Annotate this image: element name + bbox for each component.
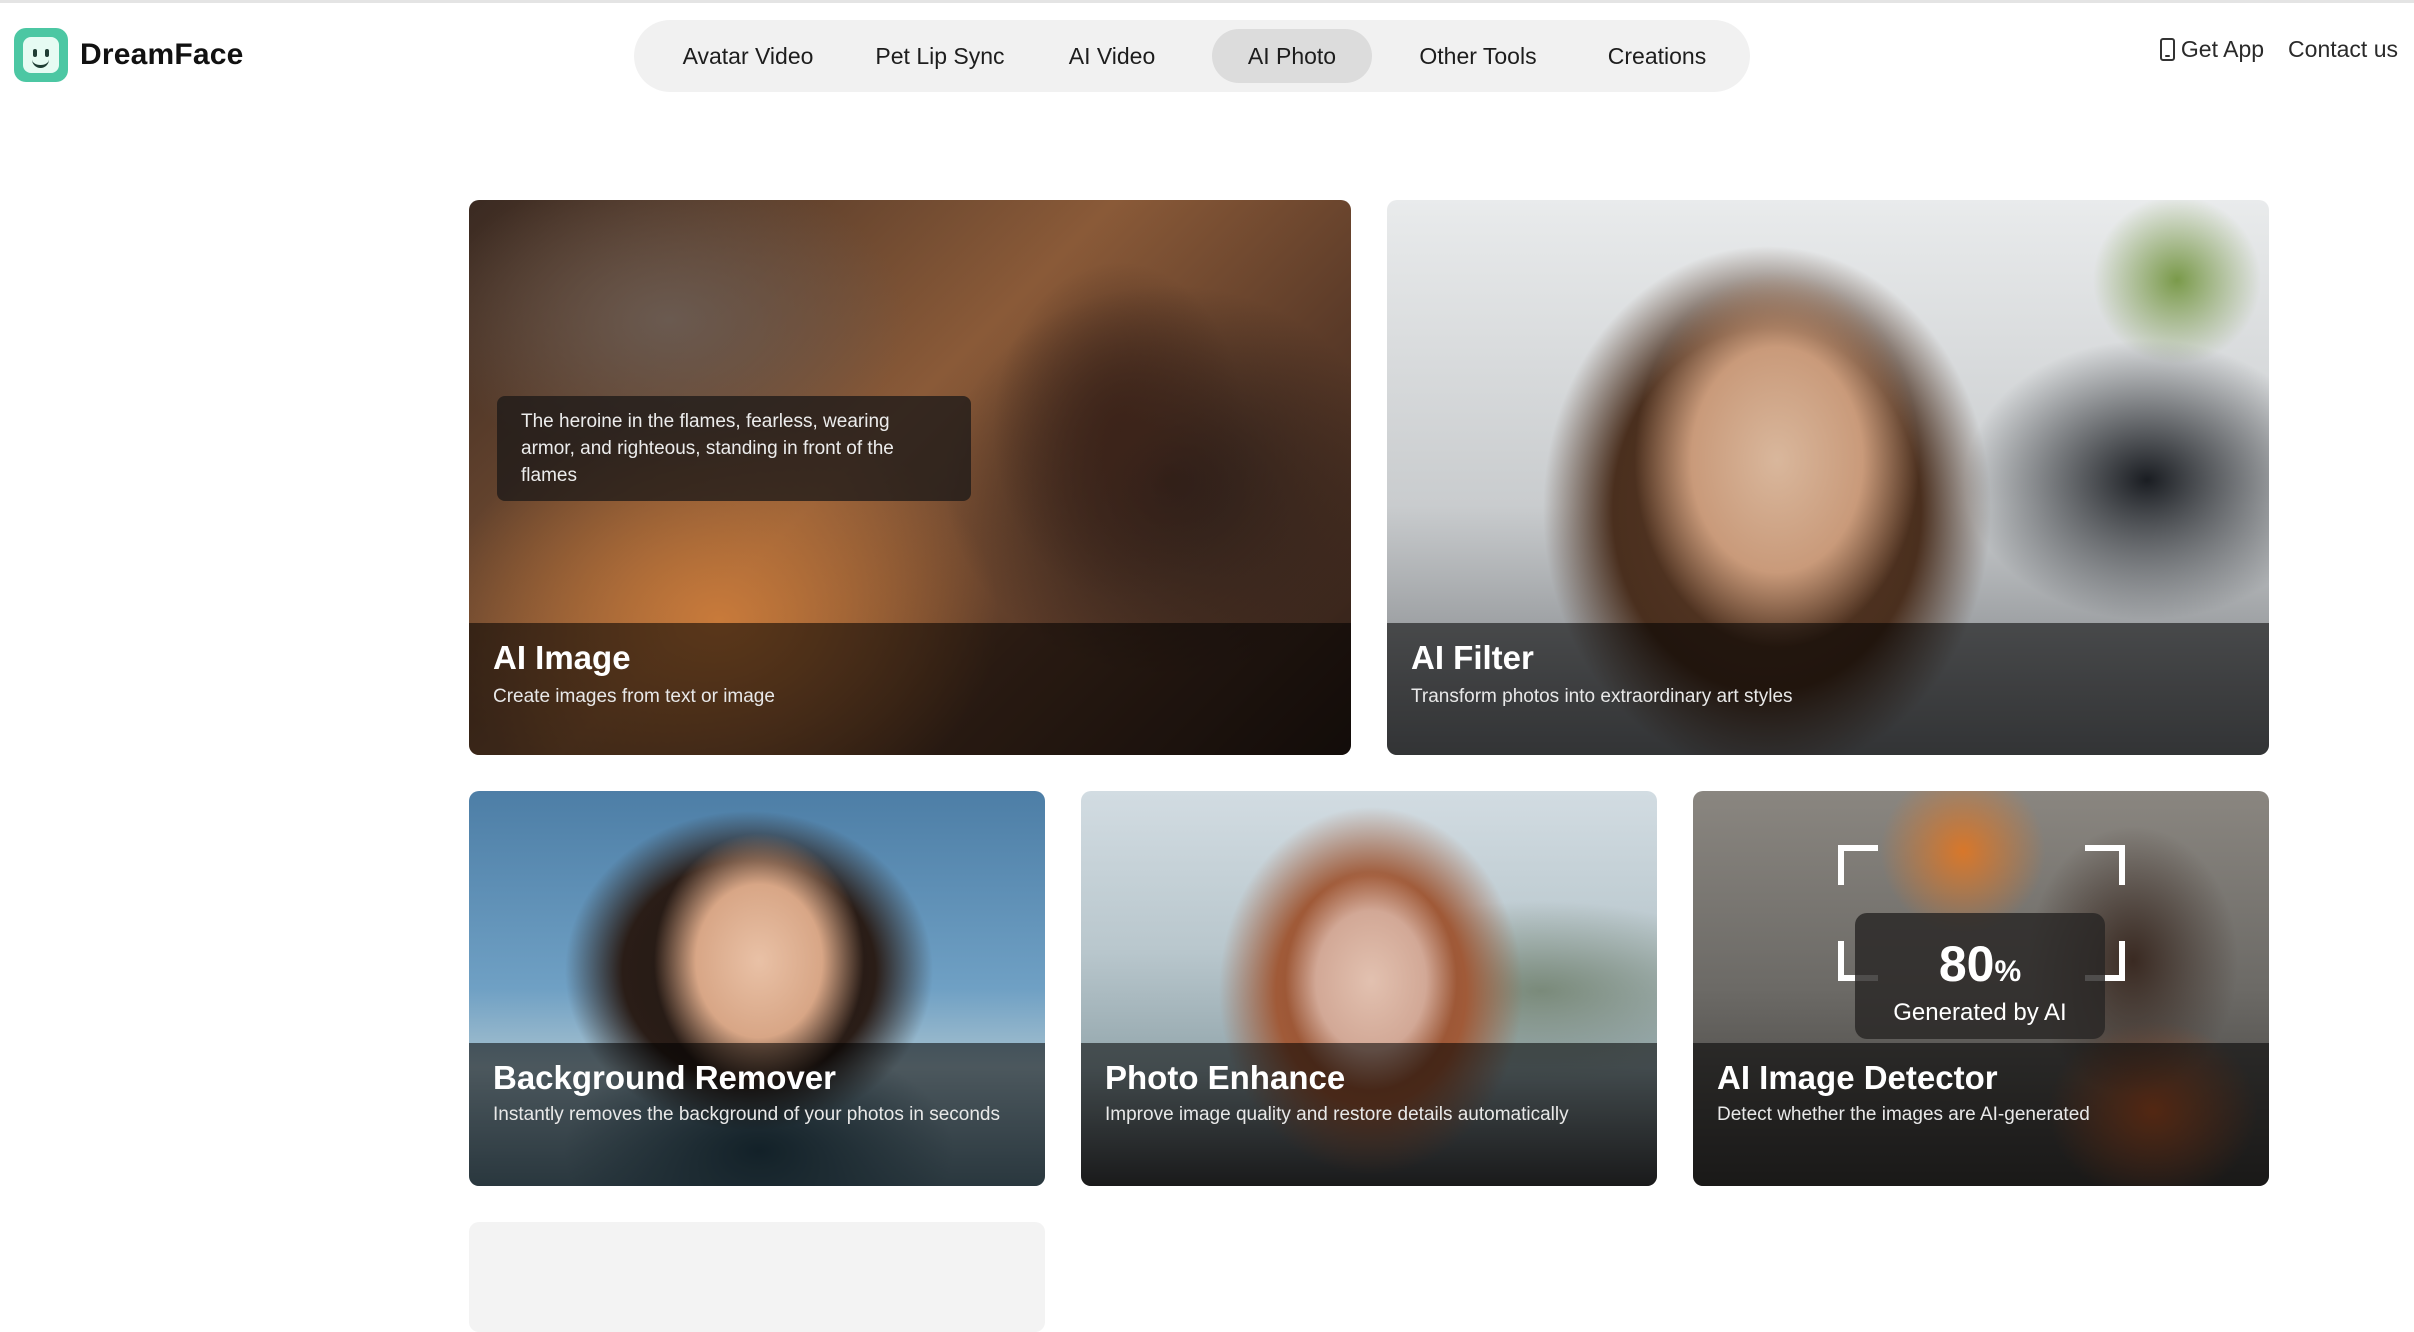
- header-right: Get App Contact us: [2159, 36, 2398, 63]
- card-placeholder[interactable]: [469, 1222, 1045, 1332]
- card-title: AI Image Detector: [1717, 1059, 1998, 1096]
- card-background-remover[interactable]: Background Remover Instantly removes the…: [469, 791, 1045, 1186]
- card-description: Instantly removes the background of your…: [493, 1104, 1000, 1125]
- card-description: Improve image quality and restore detail…: [1105, 1104, 1569, 1125]
- scan-frame-corner: [1838, 845, 1878, 885]
- smiley-face-icon: [14, 28, 68, 82]
- ai-score-badge: 80% Generated by AI: [1855, 913, 2105, 1039]
- card-title: AI Image: [493, 639, 631, 676]
- card-title: AI Filter: [1411, 639, 1534, 676]
- main-nav: Avatar Video Pet Lip Sync AI Video AI Ph…: [634, 20, 1750, 92]
- nav-item-creations[interactable]: Creations: [1584, 29, 1730, 83]
- nav-item-ai-photo[interactable]: AI Photo: [1212, 29, 1372, 83]
- get-app-link[interactable]: Get App: [2159, 36, 2265, 63]
- card-caption: AI Image Detector Detect whether the ima…: [1693, 1043, 2269, 1186]
- card-title: Background Remover: [493, 1059, 836, 1096]
- app-name: DreamFace: [80, 38, 244, 71]
- card-image: [469, 1222, 1045, 1332]
- ai-score: 80%: [1938, 936, 2022, 992]
- card-description: Transform photos into extraordinary art …: [1411, 686, 1793, 707]
- ai-score-label: Generated by AI: [1893, 999, 2067, 1026]
- nav-item-pet-lip-sync[interactable]: Pet Lip Sync: [856, 29, 1024, 83]
- card-ai-image[interactable]: The heroine in the flames, fearless, wea…: [469, 200, 1351, 755]
- card-photo-enhance[interactable]: Photo Enhance Improve image quality and …: [1081, 791, 1657, 1186]
- card-caption: Background Remover Instantly removes the…: [469, 1043, 1045, 1186]
- card-caption: AI Image Create images from text or imag…: [469, 623, 1351, 755]
- phone-icon: [2159, 38, 2175, 61]
- card-description: Create images from text or image: [493, 686, 775, 707]
- card-description: Detect whether the images are AI-generat…: [1717, 1104, 2090, 1125]
- nav-item-avatar-video[interactable]: Avatar Video: [664, 29, 832, 83]
- card-caption: Photo Enhance Improve image quality and …: [1081, 1043, 1657, 1186]
- nav-item-ai-video[interactable]: AI Video: [1048, 29, 1176, 83]
- contact-us-link[interactable]: Contact us: [2288, 36, 2398, 63]
- scan-frame-corner: [2085, 845, 2125, 885]
- logo[interactable]: DreamFace: [14, 28, 244, 82]
- card-title: Photo Enhance: [1105, 1059, 1346, 1096]
- top-border: [0, 0, 2414, 3]
- card-caption: AI Filter Transform photos into extraord…: [1387, 623, 2269, 755]
- card-ai-filter[interactable]: AI Filter Transform photos into extraord…: [1387, 200, 2269, 755]
- nav-item-other-tools[interactable]: Other Tools: [1396, 29, 1560, 83]
- card-ai-image-detector[interactable]: 80% Generated by AI AI Image Detector De…: [1693, 791, 2269, 1186]
- get-app-label: Get App: [2180, 36, 2265, 62]
- prompt-example: The heroine in the flames, fearless, wea…: [497, 396, 971, 501]
